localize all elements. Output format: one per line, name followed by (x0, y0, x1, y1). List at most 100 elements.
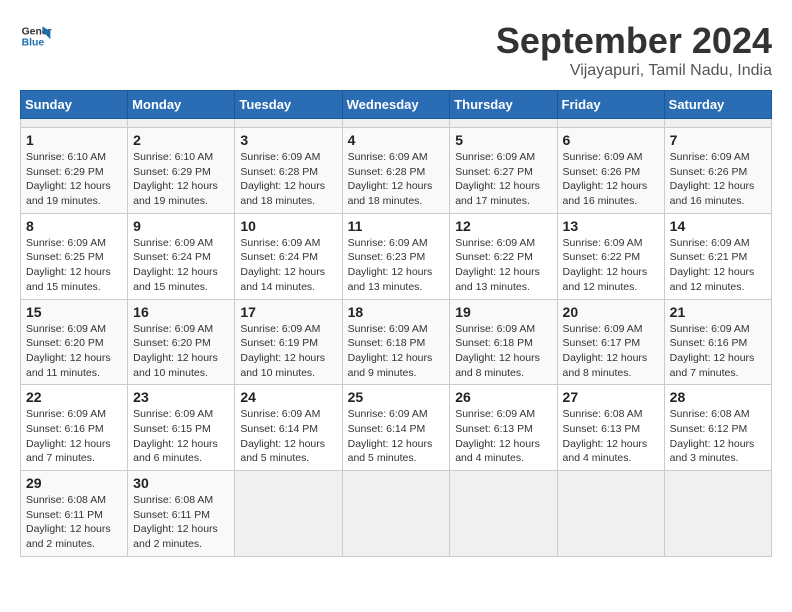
calendar-cell: 7 Sunrise: 6:09 AMSunset: 6:26 PMDaylight… (664, 128, 771, 214)
day-number: 12 (455, 218, 551, 234)
calendar-cell: 26 Sunrise: 6:09 AMSunset: 6:13 PMDayligh… (450, 385, 557, 471)
calendar-cell: 19Sunrise: 6:09 AMSunset: 6:18 PMDayligh… (450, 299, 557, 385)
calendar-cell: 20 Sunrise: 6:09 AMSunset: 6:17 PMDayligh… (557, 299, 664, 385)
weekday-header-tuesday: Tuesday (235, 91, 342, 119)
day-info: Sunrise: 6:09 AMSunset: 6:27 PMDaylight:… (455, 150, 551, 209)
day-info: Sunrise: 6:09 AMSunset: 6:20 PMDaylight:… (133, 322, 229, 381)
weekday-header-wednesday: Wednesday (342, 91, 450, 119)
day-number: 15 (26, 304, 122, 320)
day-number: 11 (348, 218, 445, 234)
day-info: Sunrise: 6:09 AMSunset: 6:13 PMDaylight:… (455, 407, 551, 466)
day-info: Sunrise: 6:10 AMSunset: 6:29 PMDaylight:… (133, 150, 229, 209)
calendar-cell (128, 119, 235, 128)
weekday-header-saturday: Saturday (664, 91, 771, 119)
calendar-cell: 29 Sunrise: 6:08 AMSunset: 6:11 PMDayligh… (21, 471, 128, 557)
week-row-2: 8Sunrise: 6:09 AMSunset: 6:25 PMDaylight… (21, 213, 772, 299)
calendar-cell: 13 Sunrise: 6:09 AMSunset: 6:22 PMDayligh… (557, 213, 664, 299)
calendar-cell (557, 119, 664, 128)
calendar-cell: 3Sunrise: 6:09 AMSunset: 6:28 PMDaylight… (235, 128, 342, 214)
weekday-header-friday: Friday (557, 91, 664, 119)
day-info: Sunrise: 6:09 AMSunset: 6:14 PMDaylight:… (240, 407, 336, 466)
day-number: 13 (563, 218, 659, 234)
week-row-4: 22Sunrise: 6:09 AMSunset: 6:16 PMDayligh… (21, 385, 772, 471)
weekday-header-row: SundayMondayTuesdayWednesdayThursdayFrid… (21, 91, 772, 119)
day-info: Sunrise: 6:09 AMSunset: 6:24 PMDaylight:… (240, 236, 336, 295)
header: General Blue September 2024 Vijayapuri, … (20, 20, 772, 80)
day-info: Sunrise: 6:09 AMSunset: 6:24 PMDaylight:… (133, 236, 229, 295)
day-info: Sunrise: 6:09 AMSunset: 6:15 PMDaylight:… (133, 407, 229, 466)
day-number: 20 (563, 304, 659, 320)
calendar-cell (21, 119, 128, 128)
week-row-0 (21, 119, 772, 128)
title-area: September 2024 Vijayapuri, Tamil Nadu, I… (496, 20, 772, 80)
calendar-cell: 17Sunrise: 6:09 AMSunset: 6:19 PMDayligh… (235, 299, 342, 385)
day-number: 25 (348, 389, 445, 405)
day-number: 30 (133, 475, 229, 491)
day-info: Sunrise: 6:08 AMSunset: 6:13 PMDaylight:… (563, 407, 659, 466)
month-title: September 2024 (496, 20, 772, 62)
day-info: Sunrise: 6:09 AMSunset: 6:20 PMDaylight:… (26, 322, 122, 381)
day-info: Sunrise: 6:08 AMSunset: 6:12 PMDaylight:… (670, 407, 766, 466)
day-number: 4 (348, 132, 445, 148)
logo: General Blue (20, 20, 52, 52)
calendar-cell: 10Sunrise: 6:09 AMSunset: 6:24 PMDayligh… (235, 213, 342, 299)
calendar-cell (664, 119, 771, 128)
day-info: Sunrise: 6:09 AMSunset: 6:16 PMDaylight:… (26, 407, 122, 466)
day-info: Sunrise: 6:09 AMSunset: 6:21 PMDaylight:… (670, 236, 766, 295)
day-info: Sunrise: 6:08 AMSunset: 6:11 PMDaylight:… (26, 493, 122, 552)
calendar-cell (342, 119, 450, 128)
calendar-cell (450, 119, 557, 128)
day-number: 29 (26, 475, 122, 491)
calendar-cell: 21 Sunrise: 6:09 AMSunset: 6:16 PMDayligh… (664, 299, 771, 385)
day-info: Sunrise: 6:09 AMSunset: 6:19 PMDaylight:… (240, 322, 336, 381)
day-number: 6 (563, 132, 659, 148)
calendar-cell: 5 Sunrise: 6:09 AMSunset: 6:27 PMDaylight… (450, 128, 557, 214)
weekday-header-monday: Monday (128, 91, 235, 119)
calendar-cell: 2 Sunrise: 6:10 AMSunset: 6:29 PMDaylight… (128, 128, 235, 214)
weekday-header-sunday: Sunday (21, 91, 128, 119)
calendar-cell: 30 Sunrise: 6:08 AMSunset: 6:11 PMDayligh… (128, 471, 235, 557)
calendar-cell (450, 471, 557, 557)
svg-text:Blue: Blue (22, 38, 45, 49)
day-number: 7 (670, 132, 766, 148)
day-info: Sunrise: 6:09 AMSunset: 6:16 PMDaylight:… (670, 322, 766, 381)
calendar-cell: 16 Sunrise: 6:09 AMSunset: 6:20 PMDayligh… (128, 299, 235, 385)
calendar-cell: 4 Sunrise: 6:09 AMSunset: 6:28 PMDaylight… (342, 128, 450, 214)
week-row-3: 15 Sunrise: 6:09 AMSunset: 6:20 PMDayligh… (21, 299, 772, 385)
day-info: Sunrise: 6:09 AMSunset: 6:25 PMDaylight:… (26, 236, 122, 295)
location: Vijayapuri, Tamil Nadu, India (496, 62, 772, 80)
day-info: Sunrise: 6:09 AMSunset: 6:26 PMDaylight:… (563, 150, 659, 209)
calendar-cell: 18Sunrise: 6:09 AMSunset: 6:18 PMDayligh… (342, 299, 450, 385)
calendar-cell: 6 Sunrise: 6:09 AMSunset: 6:26 PMDaylight… (557, 128, 664, 214)
day-info: Sunrise: 6:09 AMSunset: 6:17 PMDaylight:… (563, 322, 659, 381)
calendar-cell (235, 119, 342, 128)
day-number: 1 (26, 132, 122, 148)
calendar-cell: 9Sunrise: 6:09 AMSunset: 6:24 PMDaylight… (128, 213, 235, 299)
day-info: Sunrise: 6:09 AMSunset: 6:23 PMDaylight:… (348, 236, 445, 295)
calendar-cell: 25 Sunrise: 6:09 AMSunset: 6:14 PMDayligh… (342, 385, 450, 471)
day-info: Sunrise: 6:08 AMSunset: 6:11 PMDaylight:… (133, 493, 229, 552)
calendar-cell: 11 Sunrise: 6:09 AMSunset: 6:23 PMDayligh… (342, 213, 450, 299)
calendar-cell (664, 471, 771, 557)
day-info: Sunrise: 6:09 AMSunset: 6:18 PMDaylight:… (455, 322, 551, 381)
day-info: Sunrise: 6:09 AMSunset: 6:22 PMDaylight:… (563, 236, 659, 295)
calendar-cell: 14Sunrise: 6:09 AMSunset: 6:21 PMDayligh… (664, 213, 771, 299)
calendar-cell: 23 Sunrise: 6:09 AMSunset: 6:15 PMDayligh… (128, 385, 235, 471)
day-info: Sunrise: 6:09 AMSunset: 6:28 PMDaylight:… (348, 150, 445, 209)
day-number: 23 (133, 389, 229, 405)
day-number: 27 (563, 389, 659, 405)
calendar-cell: 15 Sunrise: 6:09 AMSunset: 6:20 PMDayligh… (21, 299, 128, 385)
day-number: 5 (455, 132, 551, 148)
day-number: 28 (670, 389, 766, 405)
day-info: Sunrise: 6:09 AMSunset: 6:14 PMDaylight:… (348, 407, 445, 466)
day-info: Sunrise: 6:09 AMSunset: 6:18 PMDaylight:… (348, 322, 445, 381)
day-info: Sunrise: 6:09 AMSunset: 6:26 PMDaylight:… (670, 150, 766, 209)
calendar-cell: 8Sunrise: 6:09 AMSunset: 6:25 PMDaylight… (21, 213, 128, 299)
calendar-cell: 1Sunrise: 6:10 AMSunset: 6:29 PMDaylight… (21, 128, 128, 214)
calendar-cell: 24Sunrise: 6:09 AMSunset: 6:14 PMDayligh… (235, 385, 342, 471)
day-number: 21 (670, 304, 766, 320)
day-number: 2 (133, 132, 229, 148)
day-number: 16 (133, 304, 229, 320)
day-number: 26 (455, 389, 551, 405)
calendar-cell: 28 Sunrise: 6:08 AMSunset: 6:12 PMDayligh… (664, 385, 771, 471)
